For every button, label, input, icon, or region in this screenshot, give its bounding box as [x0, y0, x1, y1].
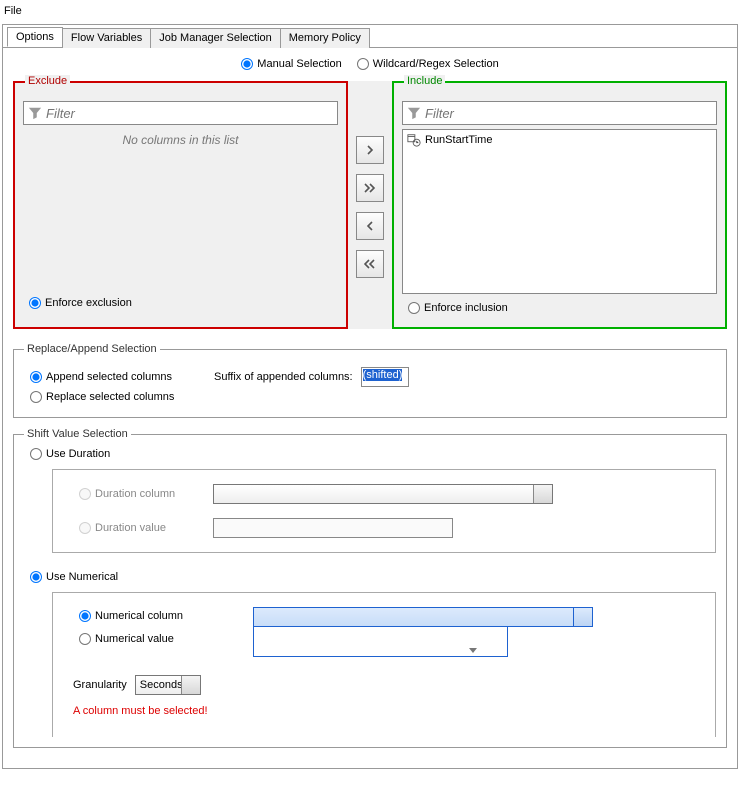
radio-wildcard-selection-label: Wildcard/Regex Selection — [373, 58, 499, 70]
numerical-column-dropdown[interactable] — [253, 627, 508, 657]
radio-numerical-column-label: Numerical column — [95, 610, 183, 622]
tab-panel-options: Manual Selection Wildcard/Regex Selectio… — [3, 48, 737, 768]
transfer-buttons — [356, 81, 384, 329]
include-list[interactable]: RunStartTime — [402, 129, 717, 294]
radio-numerical-column[interactable]: Numerical column — [79, 610, 239, 622]
add-button[interactable] — [356, 136, 384, 164]
shift-value-legend: Shift Value Selection — [24, 428, 131, 440]
tab-strip: Options Flow Variables Job Manager Selec… — [3, 27, 737, 48]
radio-wildcard-selection[interactable]: Wildcard/Regex Selection — [357, 58, 499, 70]
radio-numerical-value-input[interactable] — [79, 633, 91, 645]
chevron-down-icon — [579, 615, 587, 620]
menu-file[interactable]: File — [0, 3, 26, 19]
radio-enforce-inclusion[interactable]: Enforce inclusion — [408, 302, 508, 314]
radio-manual-selection[interactable]: Manual Selection — [241, 58, 341, 70]
granularity-combo[interactable]: Seconds — [135, 675, 201, 695]
chevron-right-icon — [366, 145, 374, 155]
shift-value-group: Shift Value Selection Use Duration Durat… — [13, 428, 727, 748]
column-selection-row: Exclude No columns in this list Enforce … — [13, 81, 727, 329]
exclude-title: Exclude — [25, 75, 70, 87]
chevron-left-icon — [366, 221, 374, 231]
numerical-box: Numerical column Numerical value Granula… — [52, 592, 716, 737]
include-filter-input[interactable] — [421, 105, 712, 122]
radio-duration-column-input — [79, 488, 91, 500]
numerical-column-combo[interactable] — [253, 607, 593, 627]
radio-replace-columns-label: Replace selected columns — [46, 391, 174, 403]
list-item-label: RunStartTime — [425, 134, 492, 146]
radio-enforce-inclusion-input[interactable] — [408, 302, 420, 314]
radio-manual-selection-input[interactable] — [241, 58, 253, 70]
radio-use-numerical-label: Use Numerical — [46, 571, 118, 583]
radio-replace-columns-input[interactable] — [30, 391, 42, 403]
exclude-list-area: No columns in this list — [23, 133, 338, 147]
granularity-label: Granularity — [73, 679, 127, 691]
chevron-down-icon — [539, 492, 547, 497]
include-title: Include — [404, 75, 445, 87]
tab-flow-variables[interactable]: Flow Variables — [62, 28, 151, 48]
tab-memory-policy[interactable]: Memory Policy — [280, 28, 370, 48]
menu-bar: File — [0, 0, 740, 22]
filter-icon — [407, 106, 421, 120]
chevron-down-icon — [469, 648, 477, 653]
datetime-column-icon — [407, 133, 421, 147]
radio-numerical-value-label: Numerical value — [95, 633, 174, 645]
include-filter[interactable] — [402, 101, 717, 125]
include-panel: Include RunStartTime — [392, 81, 727, 329]
duration-box: Duration column Duration value — [52, 469, 716, 553]
remove-button[interactable] — [356, 212, 384, 240]
filter-icon — [28, 106, 42, 120]
selection-mode-row: Manual Selection Wildcard/Regex Selectio… — [13, 58, 727, 73]
radio-manual-selection-label: Manual Selection — [257, 58, 341, 70]
tab-job-manager[interactable]: Job Manager Selection — [150, 28, 281, 48]
radio-use-duration[interactable]: Use Duration — [30, 448, 110, 460]
duration-column-combo — [213, 484, 553, 504]
radio-enforce-exclusion-input[interactable] — [29, 297, 41, 309]
suffix-input-value: (shifted) — [363, 369, 403, 381]
radio-append-columns-input[interactable] — [30, 371, 42, 383]
add-all-button[interactable] — [356, 174, 384, 202]
exclude-panel: Exclude No columns in this list Enforce … — [13, 81, 348, 329]
radio-use-numerical-input[interactable] — [30, 571, 42, 583]
granularity-value: Seconds — [136, 676, 187, 694]
radio-wildcard-selection-input[interactable] — [357, 58, 369, 70]
double-chevron-left-icon — [364, 259, 376, 269]
radio-use-duration-input[interactable] — [30, 448, 42, 460]
error-message: A column must be selected! — [73, 705, 695, 717]
radio-enforce-exclusion-label: Enforce exclusion — [45, 297, 132, 309]
radio-duration-column-label: Duration column — [95, 488, 175, 500]
radio-replace-columns[interactable]: Replace selected columns — [30, 391, 174, 403]
double-chevron-right-icon — [364, 183, 376, 193]
radio-append-columns-label: Append selected columns — [46, 371, 172, 383]
list-item[interactable]: RunStartTime — [405, 132, 714, 148]
radio-numerical-value[interactable]: Numerical value — [79, 633, 239, 645]
radio-numerical-column-input[interactable] — [79, 610, 91, 622]
tab-options[interactable]: Options — [7, 27, 63, 47]
radio-use-numerical[interactable]: Use Numerical — [30, 571, 118, 583]
remove-all-button[interactable] — [356, 250, 384, 278]
replace-append-group: Replace/Append Selection Append selected… — [13, 343, 727, 418]
exclude-empty-message: No columns in this list — [23, 133, 338, 147]
duration-value-input — [213, 518, 453, 538]
radio-use-duration-label: Use Duration — [46, 448, 110, 460]
radio-append-columns[interactable]: Append selected columns — [30, 371, 200, 383]
radio-enforce-exclusion[interactable]: Enforce exclusion — [29, 297, 132, 309]
exclude-filter[interactable] — [23, 101, 338, 125]
suffix-input[interactable]: (shifted) — [361, 367, 409, 387]
suffix-label: Suffix of appended columns: — [214, 371, 353, 383]
radio-duration-value-input — [79, 522, 91, 534]
dialog-content: Options Flow Variables Job Manager Selec… — [2, 24, 738, 769]
radio-duration-value-label: Duration value — [95, 522, 166, 534]
radio-duration-value: Duration value — [79, 522, 199, 534]
radio-enforce-inclusion-label: Enforce inclusion — [424, 302, 508, 314]
exclude-filter-input[interactable] — [42, 105, 333, 122]
replace-append-legend: Replace/Append Selection — [24, 343, 160, 355]
radio-duration-column: Duration column — [79, 488, 199, 500]
chevron-down-icon — [187, 683, 195, 688]
